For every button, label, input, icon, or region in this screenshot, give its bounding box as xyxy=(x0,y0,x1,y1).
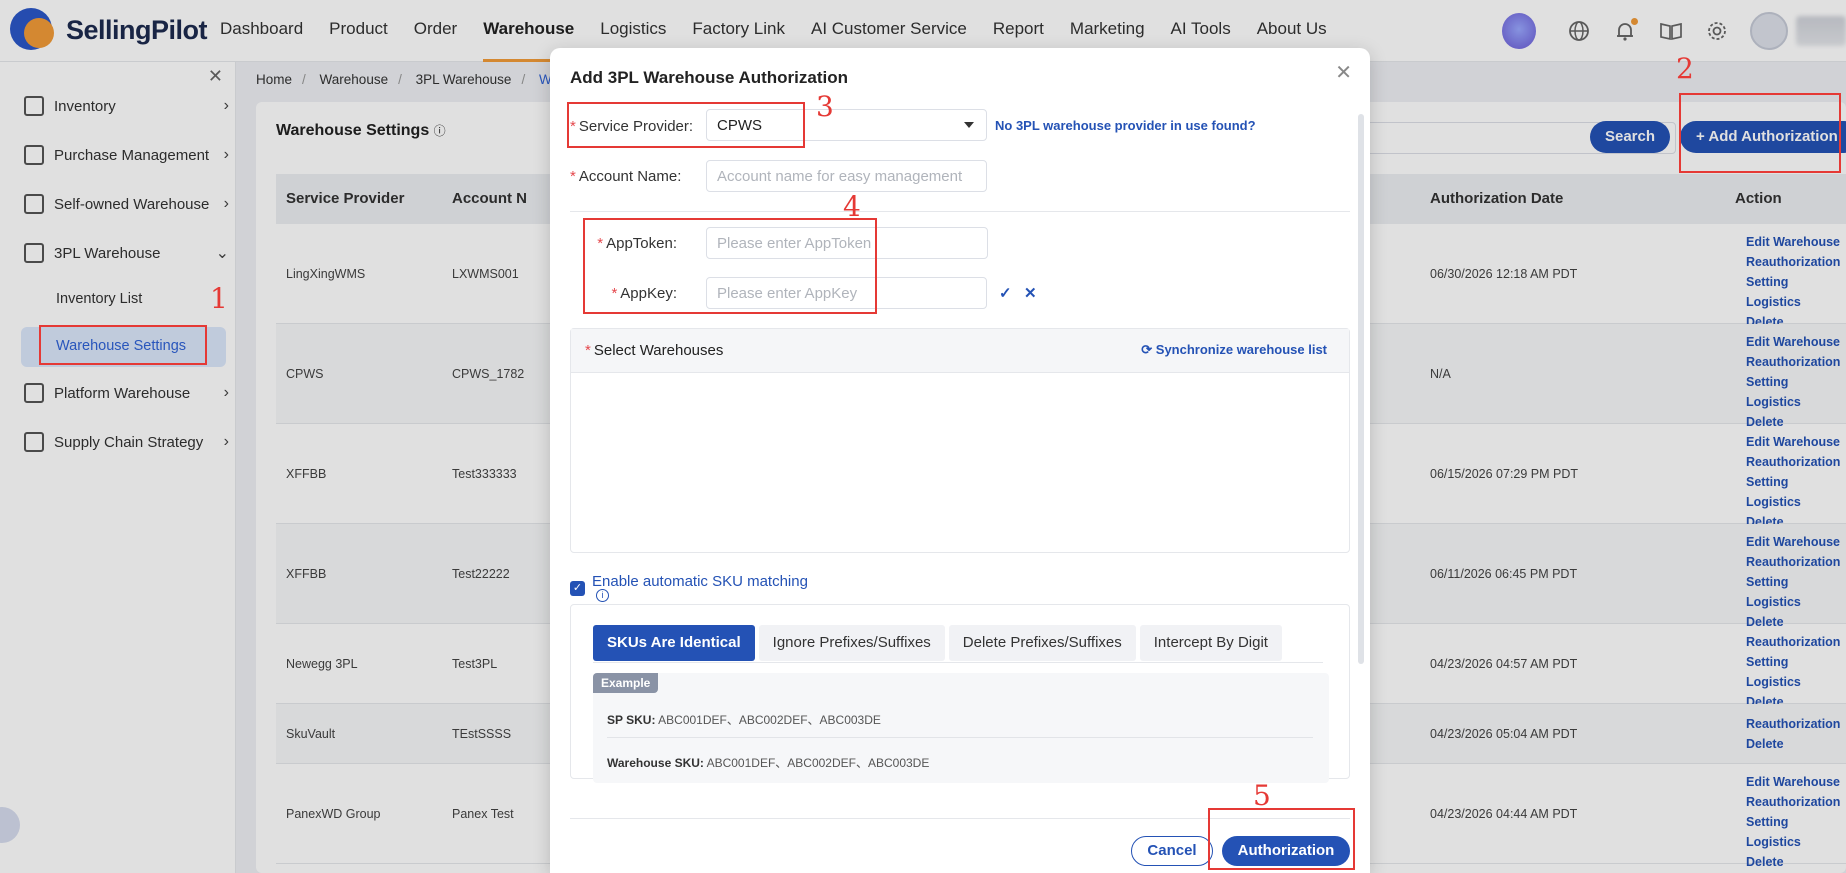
close-icon[interactable]: ✕ xyxy=(1024,284,1037,302)
info-icon[interactable]: i xyxy=(596,589,609,602)
tab-intercept-digit[interactable]: Intercept By Digit xyxy=(1139,625,1282,661)
annotation-number-2: 2 xyxy=(1676,52,1694,85)
check-icon[interactable]: ✓ xyxy=(999,284,1012,302)
annotation-box-5 xyxy=(1208,808,1355,870)
annotation-box-4 xyxy=(583,218,877,314)
add-authorization-modal: Add 3PL Warehouse Authorization ✕ * Servi… xyxy=(550,48,1370,873)
close-icon[interactable]: ✕ xyxy=(1335,60,1352,85)
synchronize-warehouse-link[interactable]: ⟳ Synchronize warehouse list xyxy=(1141,342,1327,358)
select-warehouses-label: * Select Warehouses xyxy=(585,342,724,359)
refresh-icon: ⟳ xyxy=(1141,342,1153,357)
example-badge: Example xyxy=(593,673,659,693)
select-warehouses-box: * Select Warehouses ⟳ Synchronize warehou… xyxy=(570,328,1350,553)
annotation-box-1 xyxy=(39,325,207,365)
account-name-label: * Account Name: xyxy=(570,168,682,185)
annotation-box-3 xyxy=(567,102,805,148)
modal-scrollbar[interactable] xyxy=(1358,114,1364,664)
annotation-number-3: 3 xyxy=(816,90,834,123)
tab-ignore-prefixes[interactable]: Ignore Prefixes/Suffixes xyxy=(758,625,945,661)
divider xyxy=(570,211,1350,212)
caret-down-icon xyxy=(964,122,974,128)
modal-title: Add 3PL Warehouse Authorization xyxy=(570,68,848,87)
divider xyxy=(607,737,1313,738)
example-box: Example SP SKU: ABC001DEF、ABC002DEF、ABC0… xyxy=(593,673,1329,783)
cancel-button[interactable]: Cancel xyxy=(1131,836,1213,866)
warehouse-sku-example: Warehouse SKU: ABC001DEF、ABC002DEF、ABC00… xyxy=(607,756,930,770)
sp-sku-example: SP SKU: ABC001DEF、ABC002DEF、ABC003DE xyxy=(607,713,881,727)
sku-matching-box: SKUs Are Identical Ignore Prefixes/Suffi… xyxy=(570,604,1350,783)
enable-sku-label[interactable]: Enable automatic SKU matching xyxy=(592,573,808,590)
tab-skus-identical[interactable]: SKUs Are Identical xyxy=(593,625,755,661)
tabs-underline xyxy=(593,662,1323,663)
no-provider-help-link[interactable]: No 3PL warehouse provider in use found? xyxy=(995,118,1256,133)
annotation-number-4: 4 xyxy=(843,190,861,223)
annotation-box-2 xyxy=(1679,93,1841,173)
enable-sku-checkbox[interactable]: ✓ xyxy=(570,581,585,596)
account-name-input[interactable]: Account name for easy management xyxy=(706,160,987,192)
annotation-number-1: 1 xyxy=(210,282,228,315)
sku-tabs: SKUs Are Identical Ignore Prefixes/Suffi… xyxy=(593,625,1286,661)
annotation-number-5: 5 xyxy=(1253,779,1271,812)
tab-delete-prefixes[interactable]: Delete Prefixes/Suffixes xyxy=(948,625,1136,661)
select-warehouses-header: * Select Warehouses ⟳ Synchronize warehou… xyxy=(571,329,1349,373)
